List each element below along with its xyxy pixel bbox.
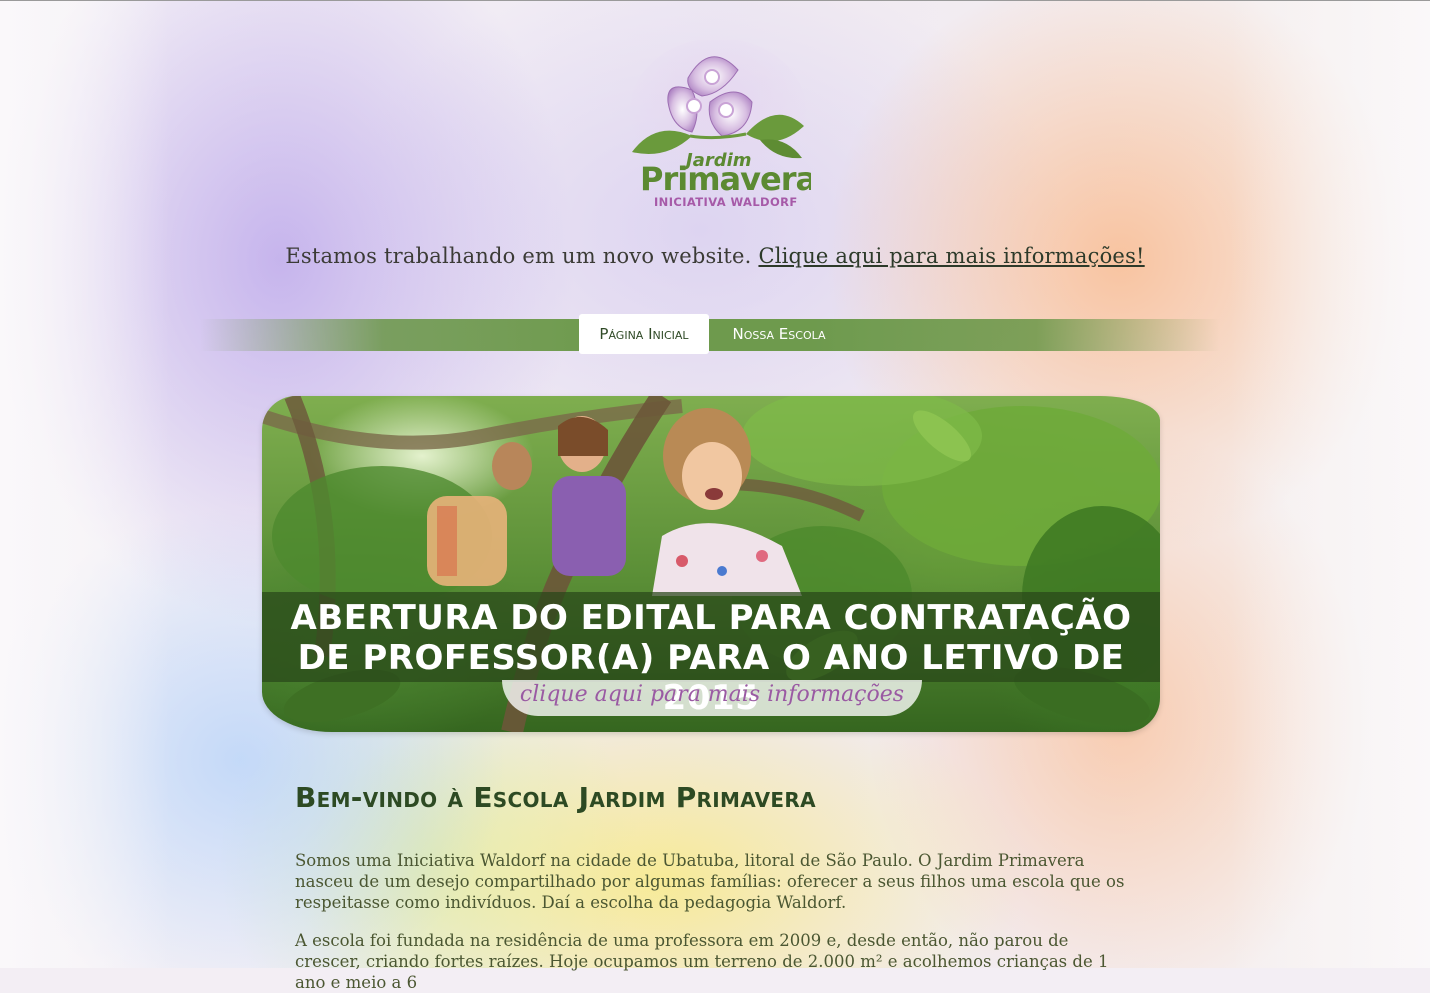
background-fade-left (0, 0, 170, 968)
website-notice: Estamos trabalhando em um novo website. … (0, 244, 1430, 268)
banner-title-line1: ABERTURA DO EDITAL PARA CONTRATAÇÃO (290, 598, 1132, 638)
nav-tab-nossa-escola[interactable]: Nossa Escola (719, 314, 839, 354)
svg-text:INICIATIVA WALDORF: INICIATIVA WALDORF (654, 195, 798, 209)
hero-banner[interactable]: ABERTURA DO EDITAL PARA CONTRATAÇÃO DE P… (262, 396, 1160, 732)
logo-flower-icon: Jardim Primavera INICIATIVA WALDORF (630, 40, 811, 209)
page-title: Bem-vindo à Escola Jardim Primavera (295, 781, 816, 814)
nav-tab-pagina-inicial[interactable]: Página Inicial (579, 314, 709, 354)
banner-info-link[interactable]: clique aqui para mais informações (502, 680, 922, 716)
intro-paragraph: Somos uma Iniciativa Waldorf na cidade d… (295, 851, 1125, 912)
background-fade-right (1230, 0, 1430, 968)
svg-text:Primavera: Primavera (640, 160, 811, 198)
history-paragraph: A escola foi fundada na residência de um… (295, 931, 1109, 992)
main-navigation-bar (200, 319, 1220, 351)
site-logo[interactable]: Jardim Primavera INICIATIVA WALDORF (626, 40, 811, 215)
notice-info-link[interactable]: Clique aqui para mais informações! (758, 244, 1144, 268)
top-border (0, 0, 1430, 1)
notice-text: Estamos trabalhando em um novo website. (285, 244, 752, 268)
